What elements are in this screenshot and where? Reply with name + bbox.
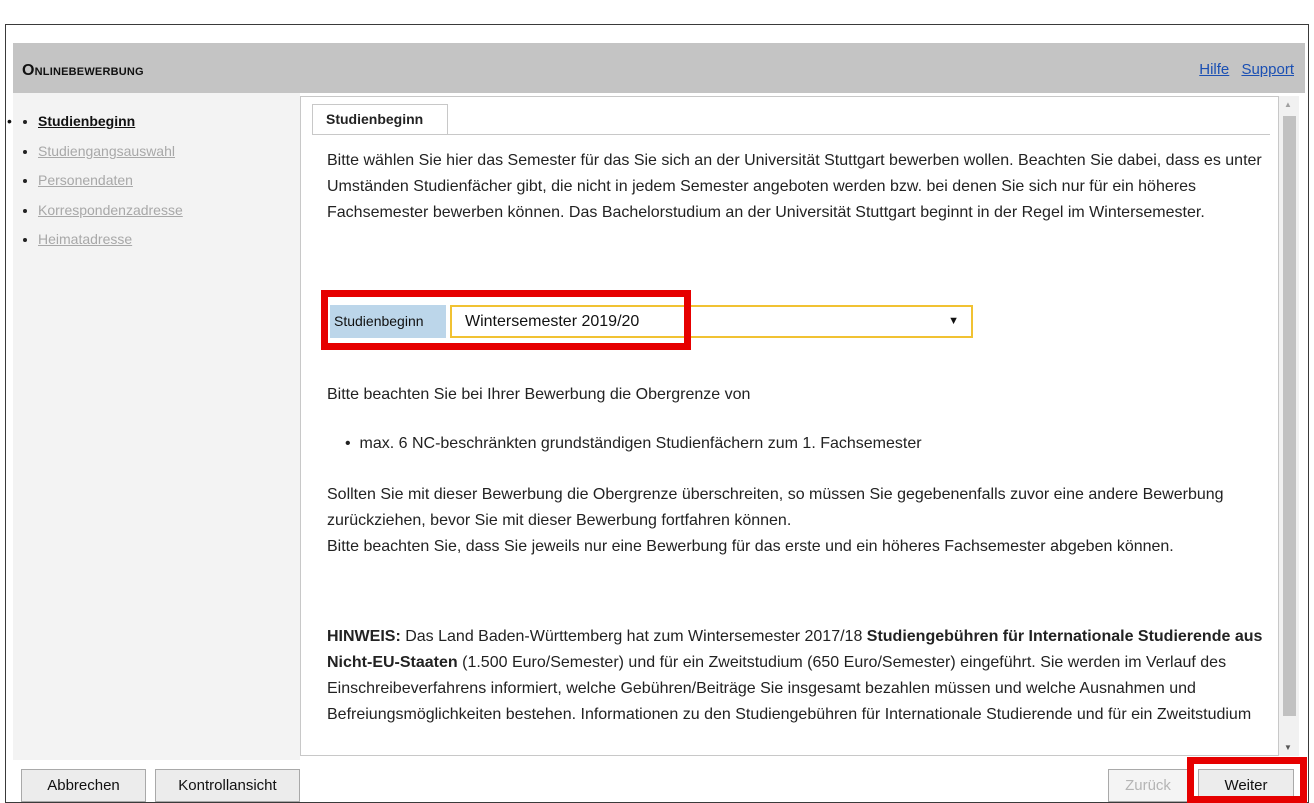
support-link[interactable]: Support: [1241, 61, 1294, 78]
hint-part1: Das Land Baden-Württemberg hat zum Winte…: [400, 628, 867, 645]
studienbeginn-selected-value: Wintersemester 2019/20: [465, 313, 640, 330]
app-title: Onlinebewerbung: [22, 62, 144, 79]
limit-intro-text: Bitte beachten Sie bei Ihrer Bewerbung d…: [327, 386, 751, 403]
review-button[interactable]: Kontrollansicht: [155, 769, 300, 802]
content-scrollbar[interactable]: ▲ ▼: [1279, 96, 1299, 756]
hint-clip: HINWEIS: Das Land Baden-Württemberg hat …: [300, 616, 1279, 756]
sidebar-item-studiengangsauswahl[interactable]: Studiengangsauswahl: [38, 143, 175, 159]
help-link[interactable]: Hilfe: [1199, 61, 1229, 78]
limit-list-item: • max. 6 NC-beschränkten grundständigen …: [345, 432, 922, 456]
sidebar-item-heimatadresse[interactable]: Heimatadresse: [38, 231, 132, 247]
tab-divider: [312, 134, 1270, 135]
back-button[interactable]: Zurück: [1108, 769, 1188, 802]
sidebar-item-label: Heimatadresse: [38, 231, 133, 247]
header-links: Hilfe Support: [1191, 61, 1294, 78]
intro-text: Bitte wählen Sie hier das Semester für d…: [327, 152, 1262, 221]
list-bullet: •: [345, 435, 351, 452]
scroll-thumb[interactable]: [1283, 116, 1296, 716]
sidebar-item-korrespondenzadresse[interactable]: Korrespondenzadresse: [38, 202, 183, 218]
limit-item-text: max. 6 NC-beschränkten grundständigen St…: [359, 435, 922, 452]
sidebar-item-label: Studienbeginn: [38, 113, 136, 129]
scroll-down-icon[interactable]: ▼: [1284, 743, 1292, 752]
active-step-bullet: •: [7, 113, 12, 129]
tab-studienbeginn[interactable]: Studienbeginn: [312, 104, 448, 135]
next-button[interactable]: Weiter: [1198, 769, 1294, 802]
exceed-text: Sollten Sie mit dieser Bewerbung die Obe…: [327, 486, 1224, 529]
one-application-text: Bitte beachten Sie, dass Sie jeweils nur…: [327, 538, 1174, 555]
sidebar-item-personendaten[interactable]: Personendaten: [38, 172, 133, 188]
hint-text: HINWEIS: Das Land Baden-Württemberg hat …: [327, 624, 1267, 728]
sidebar-item-studienbeginn[interactable]: Studienbeginn: [38, 113, 135, 129]
sidebar-item-label: Personendaten: [38, 172, 133, 188]
header-bar: [13, 43, 1305, 93]
sidebar-item-label: Korrespondenzadresse: [38, 202, 183, 218]
studienbeginn-select[interactable]: Wintersemester 2019/20 ▼: [450, 305, 973, 338]
sidebar: [13, 93, 300, 760]
hint-label: HINWEIS:: [327, 628, 401, 645]
cancel-button[interactable]: Abbrechen: [21, 769, 146, 802]
dropdown-arrow-icon: ▼: [948, 315, 959, 327]
hint-part2: (1.500 Euro/Semester) und für ein Zweits…: [327, 654, 1252, 723]
sidebar-item-label: Studiengangsauswahl: [38, 143, 175, 159]
studienbeginn-label: Studienbeginn: [330, 305, 446, 338]
scroll-up-icon[interactable]: ▲: [1284, 100, 1292, 109]
